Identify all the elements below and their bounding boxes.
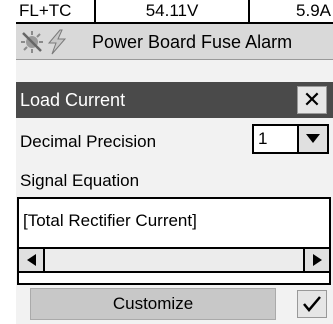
status-current: 5.9A <box>296 1 331 20</box>
device-screen: FL+TC 54.11V 5.9A Power Board Fuse Alarm <box>16 0 333 324</box>
dialog-title: Load Current <box>20 90 126 110</box>
arrow-left-icon <box>27 254 36 266</box>
alarm-message: Power Board Fuse Alarm <box>92 32 293 52</box>
signal-equation-value: [Total Rectifier Current] <box>23 211 197 230</box>
status-bar: FL+TC 54.11V 5.9A <box>16 0 333 24</box>
scroll-right-button[interactable] <box>303 249 329 271</box>
horizontal-scrollbar[interactable] <box>19 247 329 273</box>
chevron-down-icon <box>306 134 320 143</box>
confirm-button[interactable] <box>297 290 327 318</box>
dialog-title-bar: Load Current ✕ <box>16 82 333 118</box>
scroll-left-button[interactable] <box>19 249 45 271</box>
decimal-precision-value: 1 <box>258 129 268 148</box>
decimal-precision-label: Decimal Precision <box>20 132 157 151</box>
status-mode: FL+TC <box>16 0 96 22</box>
status-voltage: 54.11V <box>96 0 250 22</box>
decimal-precision-select[interactable]: 1 <box>252 124 329 154</box>
customize-button[interactable]: Customize <box>30 288 276 320</box>
signal-equation-label: Signal Equation <box>20 171 140 190</box>
close-icon: ✕ <box>302 87 322 112</box>
alarm-muted-icon <box>20 30 44 54</box>
alarm-bar[interactable]: Power Board Fuse Alarm <box>16 24 333 60</box>
arrow-right-icon <box>313 254 322 266</box>
dropdown-button[interactable] <box>297 126 327 152</box>
lightning-icon <box>46 29 68 55</box>
signal-equation-field[interactable]: [Total Rectifier Current] <box>17 197 331 285</box>
checkmark-icon <box>303 296 321 312</box>
close-button[interactable]: ✕ <box>297 86 327 114</box>
